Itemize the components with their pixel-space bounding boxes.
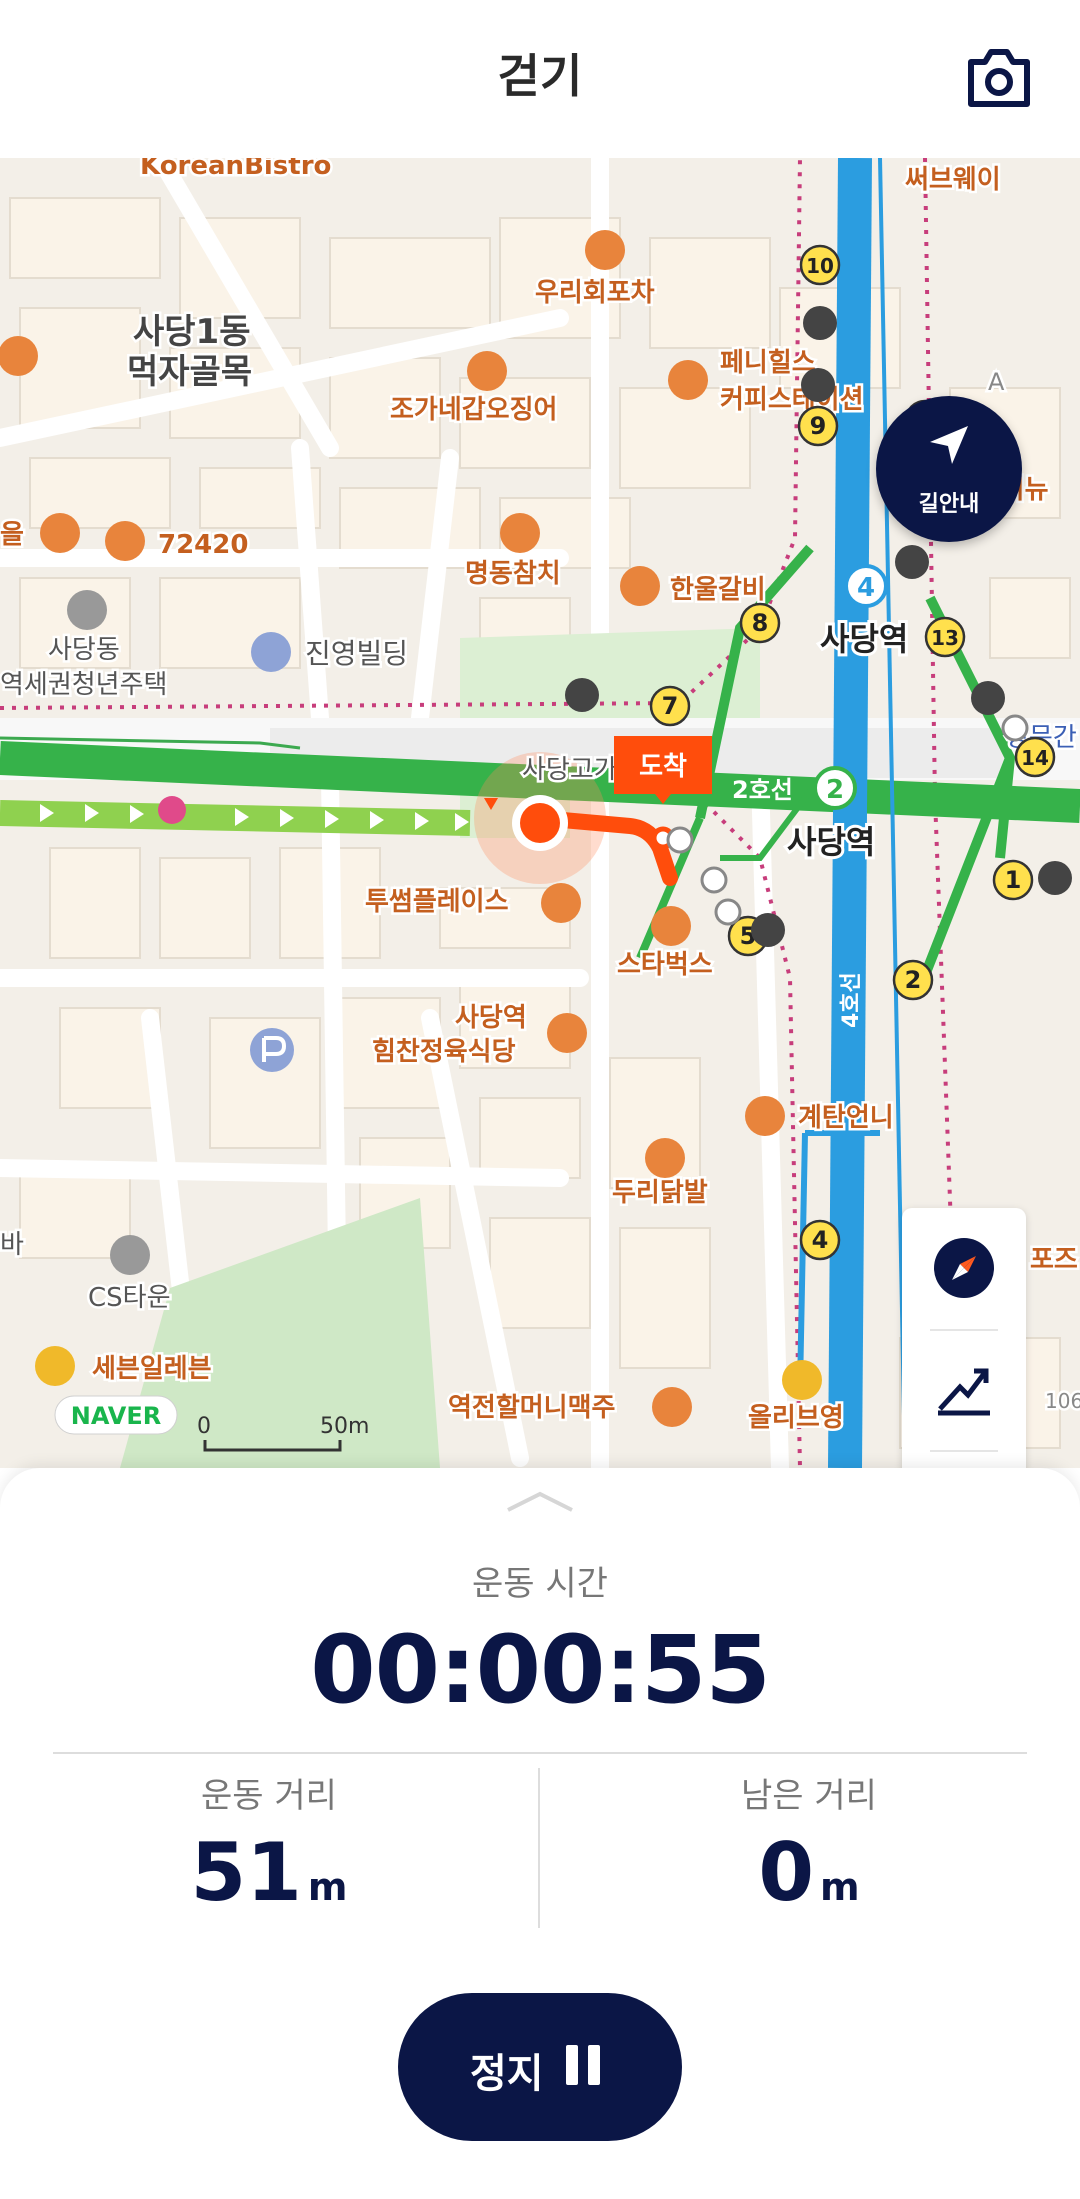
bike-icon bbox=[801, 368, 835, 402]
compass-icon bbox=[934, 1238, 994, 1298]
stop-button-label: 정지 bbox=[470, 2051, 544, 2097]
parking-icon bbox=[250, 1028, 294, 1072]
cafe-icon bbox=[651, 906, 691, 946]
bike-icon bbox=[971, 681, 1005, 715]
compass-button[interactable] bbox=[902, 1208, 1026, 1326]
remaining-number: 0 bbox=[758, 1826, 815, 1919]
chevron-up-icon[interactable] bbox=[504, 1490, 576, 1514]
bike-icon bbox=[1038, 861, 1072, 895]
navigate-button[interactable]: 길안내 bbox=[876, 396, 1022, 542]
distance-value: 51 m bbox=[0, 1826, 538, 1919]
restaurant-icon bbox=[620, 566, 660, 606]
shopping-icon bbox=[782, 1360, 822, 1400]
map-tool-panel bbox=[902, 1208, 1026, 1468]
bike-icon bbox=[895, 545, 929, 579]
stop-button[interactable]: 정지 bbox=[398, 1993, 682, 2141]
navigate-button-label: 길안내 bbox=[918, 492, 980, 517]
restaurant-icon bbox=[105, 521, 145, 561]
elevation-button[interactable] bbox=[902, 1331, 1026, 1449]
workout-stats-sheet: 운동 시간 00:00:55 운동 거리 51 m 남은 거리 0m 정지 bbox=[0, 1468, 1080, 2199]
remaining-unit: m bbox=[820, 1865, 860, 1909]
distance-unit: m bbox=[307, 1865, 348, 1909]
cafe-icon bbox=[541, 883, 581, 923]
building-icon bbox=[67, 590, 107, 630]
divider bbox=[53, 1752, 1027, 1754]
restaurant-icon bbox=[547, 1013, 587, 1053]
distance-label: 운동 거리 bbox=[201, 1776, 337, 1816]
restaurant-icon bbox=[645, 1138, 685, 1178]
restaurant-icon bbox=[0, 336, 38, 376]
workout-time-label: 운동 시간 bbox=[472, 1564, 608, 1604]
distance-number: 51 bbox=[190, 1826, 302, 1919]
elevation-icon bbox=[938, 1368, 990, 1416]
page-title: 걷기 bbox=[497, 49, 583, 103]
remaining-distance-value: 0m bbox=[540, 1826, 1078, 1919]
navigation-arrow-icon bbox=[930, 426, 968, 464]
convenience-store-icon bbox=[35, 1346, 75, 1386]
cyclist-icon bbox=[158, 796, 186, 824]
restaurant-icon bbox=[585, 230, 625, 270]
app-header: 걷기 bbox=[0, 0, 1080, 158]
cafe-icon bbox=[668, 360, 708, 400]
camera-icon[interactable] bbox=[965, 48, 1033, 108]
restaurant-icon bbox=[500, 513, 540, 553]
bike-icon bbox=[565, 678, 599, 712]
bike-icon bbox=[803, 306, 837, 340]
workout-time-value: 00:00:55 bbox=[310, 1616, 771, 1725]
map-view[interactable]: KoreanBistro 써브웨이 우리회포차 페니힐스 커피스테이션 조가네갑… bbox=[0, 158, 1080, 1468]
restaurant-icon bbox=[745, 1096, 785, 1136]
my-location-button[interactable] bbox=[902, 1452, 1026, 1468]
bike-icon bbox=[751, 913, 785, 947]
remaining-distance-label: 남은 거리 bbox=[741, 1776, 877, 1816]
building-icon bbox=[251, 632, 291, 672]
building-icon bbox=[110, 1235, 150, 1275]
restaurant-icon bbox=[40, 513, 80, 553]
bar-icon bbox=[652, 1387, 692, 1427]
restaurant-icon bbox=[467, 351, 507, 391]
